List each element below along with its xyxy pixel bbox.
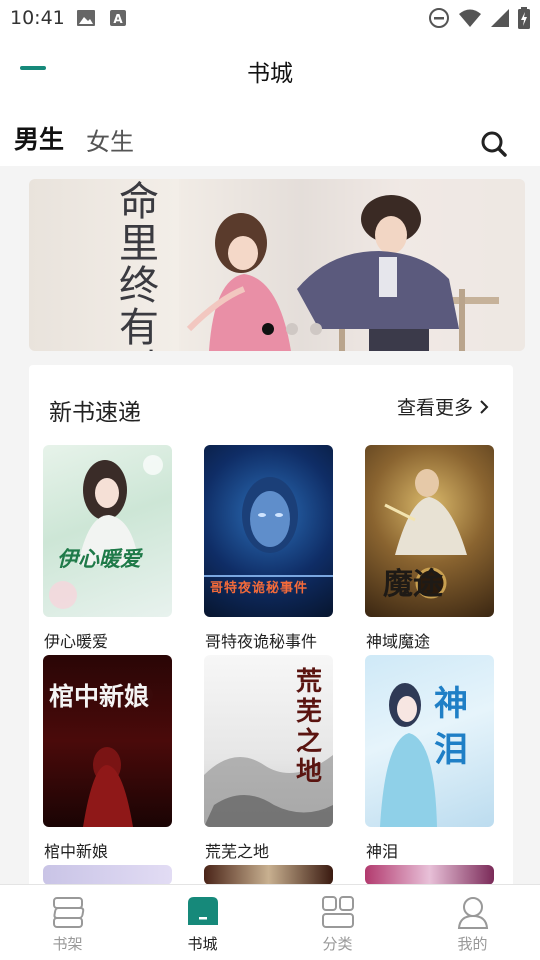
cover-title: 伊心暖爱 (57, 546, 141, 571)
book-title: 哥特夜诡秘事件 (205, 632, 318, 651)
cover-title: 棺中新娘 (49, 682, 150, 711)
bottom-navigation: 书架 书城 分类 我的 (0, 884, 540, 960)
tab-male[interactable]: 男生 (14, 120, 64, 156)
cover-title: 荒芜之地 (295, 667, 322, 787)
carousel-dot[interactable] (286, 323, 298, 335)
book-item[interactable]: 魔途 神域魔途 (365, 445, 495, 651)
book-title: 神泪 (366, 842, 399, 861)
cell-signal-icon (491, 9, 509, 27)
status-time: 10:41 (10, 7, 65, 29)
book-title: 荒芜之地 (205, 842, 270, 861)
header: 书城 (0, 36, 540, 100)
do-not-disturb-icon (429, 8, 449, 28)
book-title: 伊心暖爱 (44, 632, 109, 651)
carousel-pagination (29, 323, 525, 335)
cover-title: 神泪 (434, 684, 468, 770)
font-notification-icon: A (110, 10, 126, 26)
chevron-right-icon (480, 399, 489, 414)
book-item[interactable]: 荒芜之地 荒芜之地 (204, 655, 334, 861)
book-cover[interactable]: 荒芜之地 (204, 655, 333, 827)
book-title: 棺中新娘 (44, 842, 109, 861)
nav-bookshelf[interactable]: 书架 (0, 885, 135, 960)
nav-category[interactable]: 分类 (270, 885, 405, 960)
banner-carousel[interactable]: 命 里 终 有 时 (29, 179, 525, 351)
book-cover[interactable]: 魔途 (365, 445, 494, 617)
bookstore-icon (187, 897, 218, 925)
status-bar: 10:41 A (0, 0, 540, 36)
category-grid-icon (321, 896, 354, 928)
section-title: 新书速递 (49, 400, 141, 426)
tab-female[interactable]: 女生 (86, 122, 134, 157)
book-cover[interactable]: 神泪 (365, 655, 494, 827)
nav-label: 我的 (457, 935, 488, 953)
banner-title-char: 命 (119, 179, 159, 225)
book-item[interactable]: 棺中新娘 棺中新娘 (43, 655, 173, 861)
gender-tabs: 男生 女生 (0, 100, 540, 166)
book-cover[interactable]: 棺中新娘 (43, 655, 172, 827)
book-item-partial[interactable] (43, 865, 173, 885)
book-cover[interactable]: 哥特夜诡秘事件 (204, 445, 333, 617)
book-item-partial[interactable] (365, 865, 495, 885)
profile-icon (457, 897, 488, 929)
nav-label: 分类 (322, 935, 353, 953)
book-title: 神域魔途 (366, 632, 431, 651)
new-books-section: 新书速递 查看更多 伊心暖爱 伊心暖爱 哥特夜诡秘事件 哥特夜诡秘事件 魔途 神… (29, 365, 513, 895)
book-item[interactable]: 哥特夜诡秘事件 哥特夜诡秘事件 (204, 445, 334, 651)
wifi-icon (459, 9, 481, 27)
cover-title: 哥特夜诡秘事件 (210, 581, 309, 596)
nav-bookstore[interactable]: 书城 (135, 885, 270, 960)
book-cover[interactable] (43, 865, 172, 885)
view-more-label: 查看更多 (396, 397, 473, 419)
cover-title: 魔途 (383, 567, 443, 602)
nav-profile[interactable]: 我的 (405, 885, 540, 960)
status-icons (428, 7, 530, 29)
banner-title-char: 里 (119, 221, 159, 267)
banner-title-char: 终 (119, 263, 159, 309)
carousel-dot-active[interactable] (262, 323, 274, 335)
nav-label: 书架 (52, 935, 83, 953)
tab-active-indicator (20, 66, 46, 70)
view-more-link[interactable]: 查看更多 (397, 393, 489, 420)
book-item[interactable]: 神泪 神泪 (365, 655, 495, 861)
book-cover[interactable] (365, 865, 494, 885)
search-icon[interactable] (478, 128, 510, 160)
nav-label: 书城 (187, 935, 218, 953)
book-cover[interactable]: 伊心暖爱 (43, 445, 172, 617)
banner-title-char: 时 (79, 349, 199, 351)
book-item-partial[interactable] (204, 865, 334, 885)
battery-icon (518, 7, 530, 29)
book-cover[interactable] (204, 865, 333, 885)
cover-art (49, 455, 163, 609)
svg-text:A: A (113, 12, 123, 26)
carousel-dot[interactable] (310, 323, 322, 335)
page-title: 书城 (247, 61, 293, 87)
bookshelf-icon (52, 897, 84, 928)
book-item[interactable]: 伊心暖爱 伊心暖爱 (43, 445, 173, 651)
gallery-notification-icon (77, 10, 95, 26)
